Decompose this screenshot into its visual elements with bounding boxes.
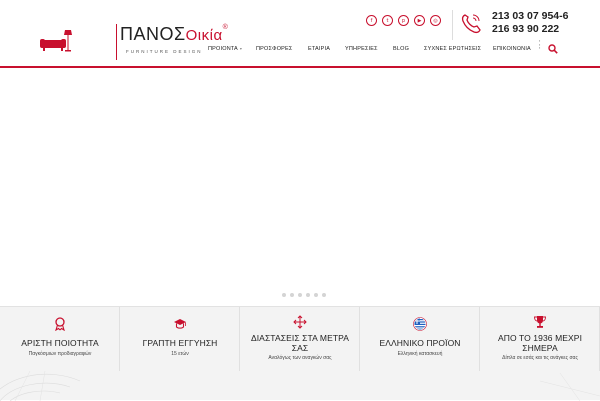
logo-divider [116, 24, 117, 60]
phone-icon [461, 14, 481, 34]
hero-slider [0, 70, 600, 306]
chevron-down-icon: ▾ [239, 46, 243, 51]
site-header: ΠΑΝΟΣΟικία® FURNITURE DESIGN f t p ▶ ◎ 2… [0, 0, 600, 68]
pinterest-icon[interactable]: p [398, 15, 409, 26]
feature-title: ΔΙΑΣΤΑΣΕΙΣ ΣΤΑ ΜΕΤΡΑ ΣΑΣ [250, 333, 350, 353]
trophy-icon [534, 316, 546, 328]
feature-subtitle: Ελληνική κατασκευή [397, 351, 443, 357]
language-switcher[interactable]: ▪ ▪ ▪ [539, 39, 545, 52]
feature-subtitle: Δίπλα σε εσάς και τις ανάγκες σας [502, 355, 578, 361]
slider-dot[interactable] [322, 293, 326, 297]
greek-flag-icon [413, 317, 427, 331]
slider-dot[interactable] [290, 293, 294, 297]
phone-number-2[interactable]: 216 93 90 222 [492, 23, 568, 36]
graduation-cap-icon [174, 319, 186, 329]
feature-warranty: ΓΡΑΠΤΗ ΕΓΓΥΗΣΗ 15 ετών [120, 307, 240, 371]
slider-dots [282, 293, 326, 297]
slider-dot[interactable] [314, 293, 318, 297]
feature-title: ΑΠΟ ΤΟ 1936 ΜΕΧΡΙ ΣΗΜΕΡΑ [497, 333, 583, 353]
slider-dot[interactable] [306, 293, 310, 297]
nav-item-company[interactable]: ΕΤΑΙΡΙΑ [308, 46, 330, 52]
nav-item-products[interactable]: ΠΡΟΙΟΝΤΑ ▾ [208, 46, 242, 52]
nav-item-contact[interactable]: ΕΠΙΚΟΙΝΩΝΙΑ [493, 46, 531, 52]
feature-subtitle: Αναλόγως των αναγκών σας [268, 355, 332, 361]
nav-item-blog[interactable]: BLOG [393, 46, 409, 52]
feature-title: ΑΡΙΣΤΗ ΠΟΙΟΤΗΤΑ [21, 338, 99, 348]
logo-text: ΠΑΝΟΣΟικία® [120, 24, 228, 45]
search-icon[interactable] [548, 44, 558, 54]
feature-subtitle: Παγκόσμιων προδιαγραφών [28, 351, 92, 357]
feature-title: ΕΛΛΗΝΙΚΟ ΠΡΟΪΟΝ [379, 338, 461, 348]
phone-numbers: 213 03 07 954-6 216 93 90 222 [492, 10, 568, 36]
feature-dimensions: ΔΙΑΣΤΑΣΕΙΣ ΣΤΑ ΜΕΤΡΑ ΣΑΣ Αναλόγως των αν… [240, 307, 360, 371]
nav-item-faq[interactable]: ΣΥΧΝΕΣ ΕΡΩΤΗΣΕΙΣ [424, 46, 481, 52]
logo-brand-part2: Οικία [185, 27, 223, 44]
registered-mark: ® [222, 24, 229, 31]
feature-quality: ΑΡΙΣΤΗ ΠΟΙΟΤΗΤΑ Παγκόσμιων προδιαγραφών [0, 307, 120, 371]
social-links: f t p ▶ ◎ [366, 15, 441, 26]
feature-subtitle: 15 ετών [171, 351, 189, 357]
lamp-icon [64, 30, 72, 52]
phone-number-1[interactable]: 213 03 07 954-6 [492, 10, 568, 23]
facebook-icon[interactable]: f [366, 15, 377, 26]
feature-title: ΓΡΑΠΤΗ ΕΓΓΥΗΣΗ [142, 338, 218, 348]
logo-brand-part1: ΠΑΝΟΣ [120, 24, 186, 44]
nav-item-offers[interactable]: ΠΡΟΣΦΟΡΕΣ [256, 46, 293, 52]
features-bar: ΑΡΙΣΤΗ ΠΟΙΟΤΗΤΑ Παγκόσμιων προδιαγραφών … [0, 306, 600, 401]
logo-tagline: FURNITURE DESIGN [126, 49, 203, 54]
slider-dot[interactable] [282, 293, 286, 297]
site-logo[interactable]: ΠΑΝΟΣΟικία® FURNITURE DESIGN [40, 22, 228, 62]
nav-label-products: ΠΡΟΙΟΝΤΑ [208, 46, 238, 52]
feature-since-1936: ΑΠΟ ΤΟ 1936 ΜΕΧΡΙ ΣΗΜΕΡΑ Δίπλα σε εσάς κ… [480, 307, 600, 371]
youtube-icon[interactable]: ▶ [414, 15, 425, 26]
twitter-icon[interactable]: t [382, 15, 393, 26]
slider-dot[interactable] [298, 293, 302, 297]
nav-item-services[interactable]: ΥΠΗΡΕΣΙΕΣ [345, 46, 378, 52]
decorative-sketch-background [0, 371, 600, 401]
header-divider [452, 10, 453, 40]
move-arrows-icon [293, 315, 307, 329]
feature-greek-product: ΕΛΛΗΝΙΚΟ ΠΡΟΪΟΝ Ελληνική κατασκευή [360, 307, 480, 371]
instagram-icon[interactable]: ◎ [430, 15, 441, 26]
award-ribbon-icon [55, 317, 65, 331]
